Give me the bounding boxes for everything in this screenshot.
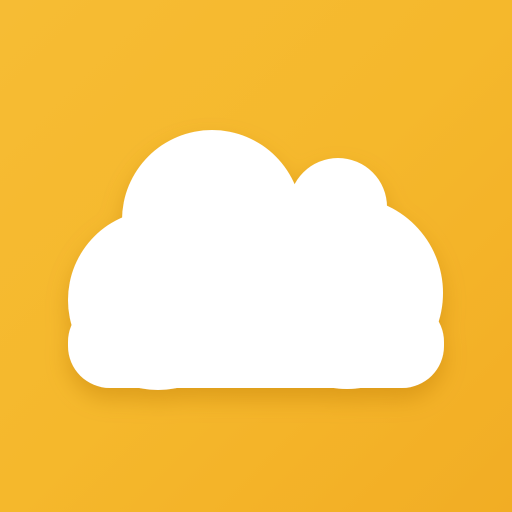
cloud-bottom — [68, 300, 444, 388]
cloud-icon — [68, 130, 444, 390]
app-icon[interactable] — [0, 0, 512, 512]
cloud-shape — [68, 130, 444, 390]
